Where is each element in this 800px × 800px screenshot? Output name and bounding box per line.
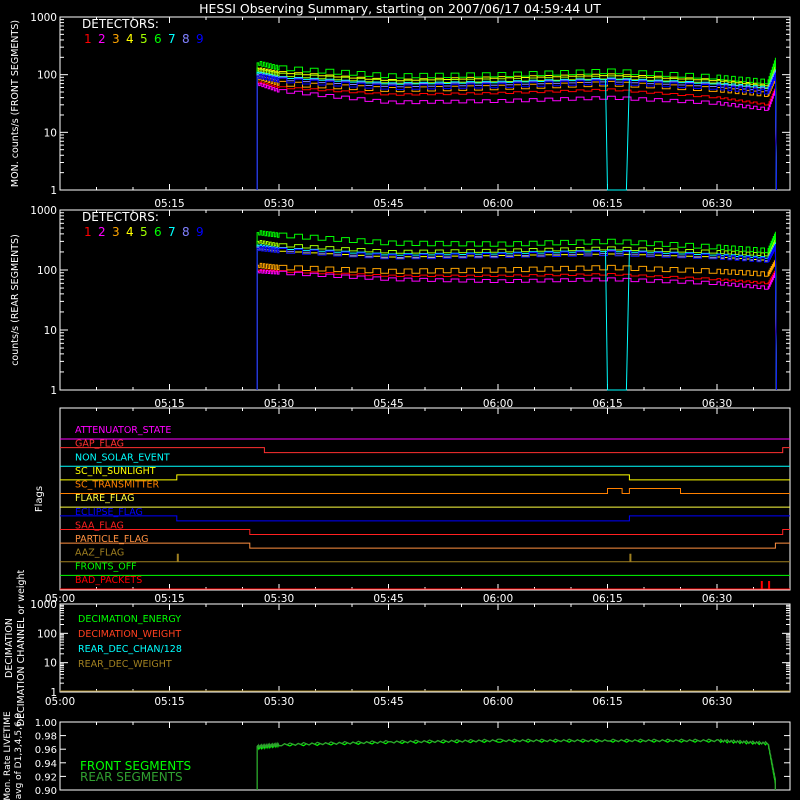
flag-label: SC_IN_SUNLIGHT [75, 466, 156, 477]
flag-label: NON_SOLAR_EVENT [75, 452, 170, 463]
panel-1-legend-entry: 7 [168, 32, 176, 46]
panel-1-legend-entry: 5 [140, 32, 148, 46]
flag-label: FLARE_FLAG [75, 493, 135, 504]
panel-4-y-label: DECIMATION [4, 618, 15, 678]
panel-1-legend-entry: 9 [196, 32, 204, 46]
panel-4-x-tick-label: 05:15 [154, 696, 184, 708]
panel-1-y-tick-label: 10 [44, 127, 57, 139]
flag-spike [760, 581, 763, 589]
flag-label: BAD_PACKETS [75, 575, 142, 586]
flag-label: FRONTS_OFF [75, 561, 137, 572]
panel-5-y-tick-label: 0.92 [35, 772, 57, 783]
panel-5-y-tick-label: 0.96 [35, 745, 57, 756]
livetime-legend-entry: REAR SEGMENTS [80, 770, 183, 784]
panel-5-y-tick-label: 0.98 [35, 732, 57, 743]
flag-label: ATTENUATOR_STATE [75, 425, 171, 436]
panel-2-legend-entry: 4 [126, 225, 134, 239]
panel-2-legend-entry: 3 [112, 225, 120, 239]
panel-2-legend-entry: 1 [84, 225, 92, 239]
flag-label: AAZ_FLAG [75, 548, 124, 559]
panel-3-y-label: Flags [34, 486, 45, 512]
panel-2-y-tick-label: 1 [50, 385, 57, 397]
panel-1-legend-entry: 1 [84, 32, 92, 46]
panel-2-legend-entry: 8 [182, 225, 190, 239]
panel-3-x-tick-label: 06:30 [702, 593, 732, 605]
flag-spike [768, 581, 771, 589]
panel-2-y-tick-label: 100 [37, 265, 57, 277]
panel-1-legend-entry: 6 [154, 32, 162, 46]
panel-2-legend-title: DETECTORS: [82, 210, 159, 224]
panel-4-x-tick-label: 05:00 [45, 696, 75, 708]
decimation-legend-entry: DECIMATION_ENERGY [78, 614, 181, 625]
panel-2-y-tick-label: 1000 [30, 205, 57, 217]
panel-4-y-tick-label: 10 [44, 658, 57, 670]
panel-2-legend-entry: 2 [98, 225, 106, 239]
panel-5-y-tick-label: 0.90 [35, 786, 57, 797]
panel-5-y-tick-label: 0.94 [35, 759, 57, 770]
panel-1-x-tick-label: 06:00 [483, 198, 513, 210]
panel-5-y-label: avg of D1,3,4,5,6,9 [14, 712, 24, 799]
panel-1-y-tick-label: 100 [37, 70, 57, 82]
panel-1-x-tick-label: 05:30 [264, 198, 294, 210]
decimation-legend-entry: DECIMATION_WEIGHT [78, 629, 181, 640]
panel-4-x-tick-label: 05:45 [373, 696, 403, 708]
flag-spike [629, 553, 632, 562]
panel-3-x-tick-label: 05:30 [264, 593, 294, 605]
panel-2-y-label: counts/s (REAR SEGMENTS) [10, 234, 21, 366]
panel-3-x-tick-label: 06:00 [483, 593, 513, 605]
panel-4-y-label: DECIMATION CHANNEL or weight [16, 569, 27, 726]
figure-title: HESSI Observing Summary, starting on 200… [199, 1, 601, 16]
panel-1-legend-entry: 8 [182, 32, 190, 46]
panel-1-y-label: MON. counts/s (FRONT SEGMENTS) [10, 20, 21, 187]
panel-1-legend-entry: 2 [98, 32, 106, 46]
figure: HESSI Observing Summary, starting on 200… [0, 0, 800, 800]
panel-4-y-tick-label: 100 [37, 628, 57, 640]
panel-2-legend-entry: 6 [154, 225, 162, 239]
panel-4-y-tick-label: 1000 [30, 599, 57, 611]
panel-1-legend-title: DETECTORS: [82, 17, 159, 31]
panel-2-legend-entry: 9 [196, 225, 204, 239]
panel-5-y-label: Mon. Rate LIVETIME [3, 711, 13, 800]
panel-3-x-tick-label: 05:45 [373, 593, 403, 605]
panel-4-x-tick-label: 06:30 [702, 696, 732, 708]
panel-3-x-tick-label: 05:15 [154, 593, 184, 605]
flag-spike [176, 553, 179, 562]
panel-2-legend-entry: 7 [168, 225, 176, 239]
panel-1-x-tick-label: 06:15 [592, 198, 622, 210]
panel-4-x-tick-label: 06:15 [592, 696, 622, 708]
panel-1-x-tick-label: 05:15 [154, 198, 184, 210]
panel-1-y-tick-label: 1000 [30, 12, 57, 24]
decimation-legend-entry: REAR_DEC_CHAN/128 [78, 644, 182, 655]
panel-1-x-tick-label: 06:30 [702, 198, 732, 210]
panel-5-y-tick-label: 1.00 [35, 718, 57, 729]
panel-1-legend-entry: 3 [112, 32, 120, 46]
flag-label: SC_TRANSMITTER [75, 480, 160, 491]
panel-4-x-tick-label: 06:00 [483, 696, 513, 708]
panel-1-x-tick-label: 05:45 [373, 198, 403, 210]
panel-1-y-tick-label: 1 [50, 185, 57, 197]
panel-3-x-tick-label: 06:15 [592, 593, 622, 605]
panel-1-legend-entry: 4 [126, 32, 134, 46]
panel-2-legend-entry: 5 [140, 225, 148, 239]
panel-2-y-tick-label: 10 [44, 325, 57, 337]
panel-4-x-tick-label: 05:30 [264, 696, 294, 708]
decimation-legend-entry: REAR_DEC_WEIGHT [78, 659, 172, 670]
